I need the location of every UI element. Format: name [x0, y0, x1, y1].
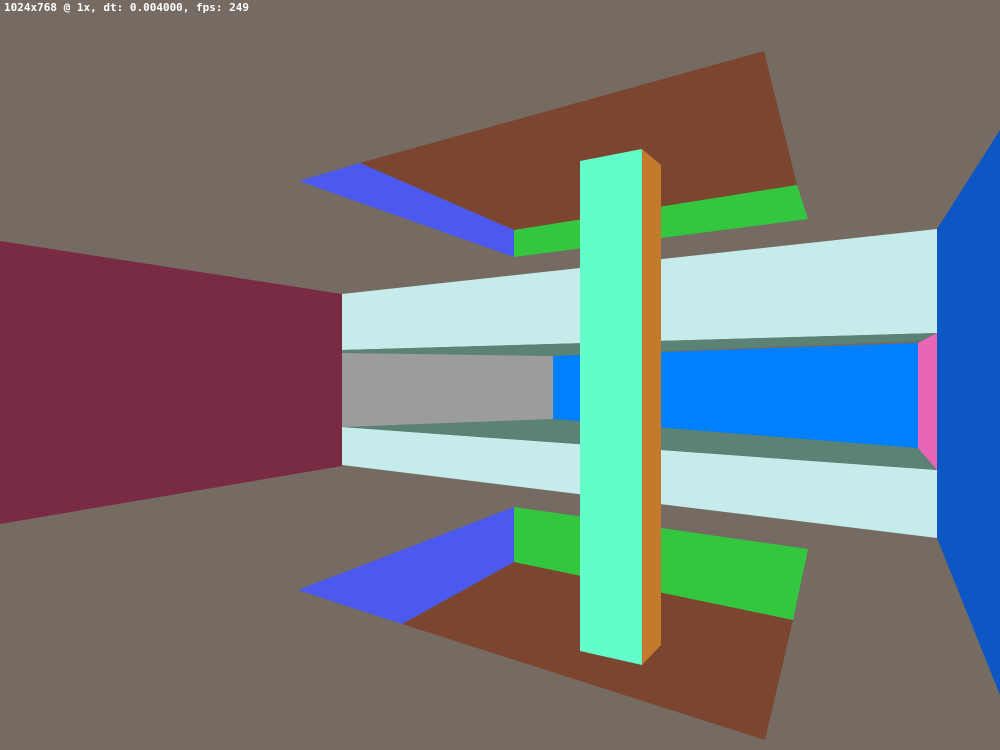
debug-stats-overlay: 1024x768 @ 1x, dt: 0.004000, fps: 249 — [4, 1, 250, 14]
game-viewport[interactable]: 1024x768 @ 1x, dt: 0.004000, fps: 249 — [0, 0, 1000, 750]
corridor-gray-panel — [342, 353, 553, 427]
pillar-side-face — [642, 149, 661, 665]
pillar-front-face — [580, 149, 642, 665]
3d-scene-canvas[interactable] — [0, 0, 1000, 750]
corridor-pink-panel — [918, 333, 937, 470]
